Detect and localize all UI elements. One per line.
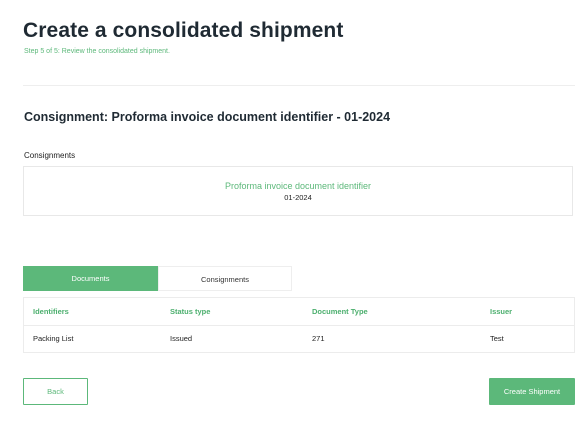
- column-header-identifiers: Identifiers: [33, 307, 69, 316]
- step-indicator: Step 5 of 5: Review the consolidated shi…: [24, 48, 170, 55]
- table-row[interactable]: Packing List Issued 271 Test: [24, 325, 574, 352]
- consignment-card-name[interactable]: Proforma invoice document identifier: [24, 181, 572, 191]
- page-title: Create a consolidated shipment: [23, 19, 344, 42]
- cell-identifier: Packing List: [33, 334, 74, 343]
- column-header-document-type: Document Type: [312, 307, 368, 316]
- consignment-card[interactable]: Proforma invoice document identifier 01-…: [23, 166, 573, 216]
- cell-document-type: 271: [312, 334, 325, 343]
- documents-table: Identifiers Status type Document Type Is…: [23, 297, 575, 353]
- header-divider: [23, 85, 575, 86]
- table-header-row: Identifiers Status type Document Type Is…: [24, 298, 574, 326]
- create-shipment-button[interactable]: Create Shipment: [489, 378, 575, 405]
- consignments-label: Consignments: [24, 151, 76, 160]
- cell-status-type: Issued: [170, 334, 193, 343]
- consignment-card-id: 01-2024: [284, 193, 312, 202]
- back-button[interactable]: Back: [23, 378, 88, 405]
- tab-documents[interactable]: Documents: [23, 266, 158, 291]
- tab-consignments[interactable]: Consignments: [158, 266, 292, 291]
- cell-issuer: Test: [490, 334, 504, 343]
- consignment-section-title: Consignment: Proforma invoice document i…: [24, 110, 391, 124]
- column-header-issuer: Issuer: [490, 307, 513, 316]
- column-header-status-type: Status type: [170, 307, 211, 316]
